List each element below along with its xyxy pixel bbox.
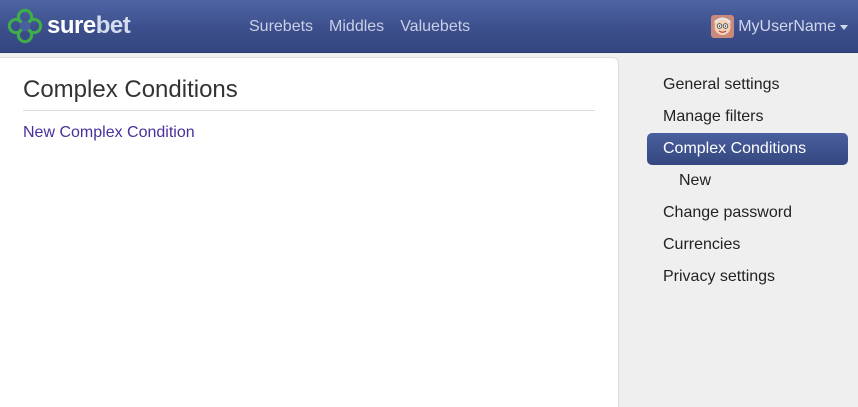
- sidebar-item-change-password[interactable]: Change password: [647, 197, 848, 229]
- user-name: MyUserName: [738, 17, 836, 35]
- new-complex-condition-link[interactable]: New Complex Condition: [23, 124, 195, 142]
- nav-link-valuebets[interactable]: Valuebets: [392, 0, 478, 53]
- sidebar-item-new[interactable]: New: [647, 165, 848, 197]
- top-navbar: surebet Surebets Middles Valuebets MyUse…: [0, 0, 858, 53]
- main-content-panel: Complex Conditions New Complex Condition: [0, 57, 619, 407]
- page-title: Complex Conditions: [23, 76, 238, 103]
- main-nav: Surebets Middles Valuebets: [241, 0, 478, 53]
- sidebar-item-manage-filters[interactable]: Manage filters: [647, 101, 848, 133]
- sidebar-item-currencies[interactable]: Currencies: [647, 229, 848, 261]
- user-menu-dropdown[interactable]: MyUserName: [711, 0, 848, 53]
- nav-link-middles[interactable]: Middles: [321, 0, 392, 53]
- title-divider: [23, 110, 595, 111]
- user-avatar-icon: [711, 15, 735, 38]
- sidebar-item-privacy-settings[interactable]: Privacy settings: [647, 261, 848, 293]
- brand-logo-link[interactable]: surebet: [6, 7, 131, 45]
- brand-name: surebet: [47, 12, 131, 40]
- settings-sidebar: General settings Manage filters Complex …: [647, 69, 848, 293]
- sidebar-item-complex-conditions[interactable]: Complex Conditions: [647, 133, 848, 165]
- chevron-down-icon: [840, 25, 848, 30]
- sidebar-item-general-settings[interactable]: General settings: [647, 69, 848, 101]
- brand-name-part1: sure: [47, 12, 96, 39]
- nav-link-surebets[interactable]: Surebets: [241, 0, 321, 53]
- brand-name-part2: bet: [95, 12, 131, 39]
- clover-icon: [7, 8, 43, 44]
